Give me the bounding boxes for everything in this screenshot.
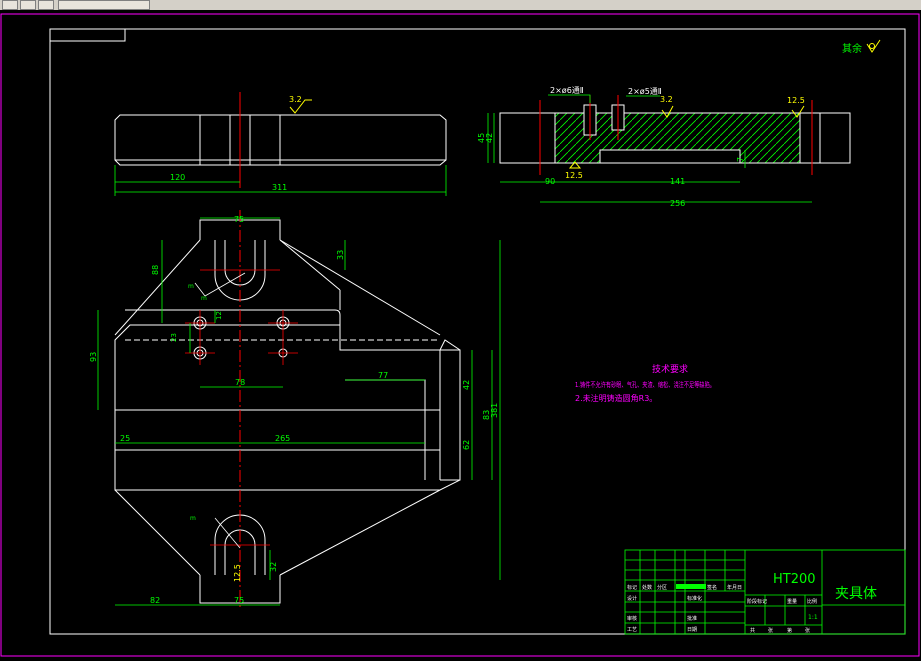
- title-block-label: 阶段标记: [747, 598, 767, 605]
- title-block-label: 分区: [657, 584, 667, 591]
- dimension-text: 93: [89, 352, 98, 362]
- dimension-text: 25: [120, 434, 130, 443]
- title-block-label: 年月日: [727, 584, 742, 591]
- dimension-text: 120: [170, 173, 185, 182]
- toolbar: [0, 0, 921, 10]
- dimension-text: 7: [736, 157, 745, 162]
- leader-label: m: [190, 515, 196, 522]
- dimension-text: 12: [215, 311, 223, 320]
- material-label: HT200: [773, 572, 816, 587]
- dimension-text: 256: [670, 199, 685, 208]
- dimension-text: 77: [378, 371, 388, 380]
- dimension-text: 32: [269, 562, 278, 572]
- tech-requirement-item: 1.铸件不允许有砂眼、气孔、夹渣、缩松、浇注不足等缺陷。: [575, 380, 715, 389]
- title-block-label: 标准化: [687, 595, 702, 602]
- title-block-highlight: [676, 584, 706, 589]
- top-view: 3.2 120 311: [114, 92, 447, 196]
- toolbar-button[interactable]: [58, 0, 150, 10]
- title-block-label: 签名: [707, 584, 717, 591]
- title-block-label: 审核: [627, 615, 637, 622]
- dimension-text: 311: [272, 183, 287, 192]
- leader-label: m: [201, 295, 207, 302]
- hole-callout: 2×ø6通Ⅱ: [550, 85, 584, 95]
- toolbar-button[interactable]: [20, 0, 36, 10]
- title-block-label: 共: [750, 627, 755, 634]
- dimension-text: 33: [336, 250, 345, 260]
- roughness-value: 12.5: [565, 171, 583, 180]
- title-block-label: 标记: [627, 584, 637, 591]
- dimension-text: 42: [462, 380, 471, 390]
- roughness-value: 3.2: [289, 95, 302, 104]
- title-block-label: 批准: [687, 615, 697, 622]
- toolbar-button[interactable]: [2, 0, 18, 10]
- part-name: 夹具体: [835, 586, 877, 602]
- title-block-label: 张: [768, 627, 773, 634]
- plan-view: m m m 75 88 33 12 23 93 78 77 25 265 42 …: [89, 210, 501, 610]
- toolbar-button[interactable]: [38, 0, 54, 10]
- title-block-label: 重量: [787, 598, 797, 605]
- tech-requirement-item: 2.未注明铸造圆角R3。: [575, 393, 657, 403]
- title-block-label: 比例: [807, 598, 817, 605]
- dimension-text: 90: [545, 177, 555, 186]
- dimension-text: 88: [151, 265, 160, 275]
- hole-callout: 2×ø5通Ⅱ: [628, 86, 662, 96]
- section-view: 2×ø6通Ⅱ 2×ø5通Ⅱ 3.2 12.5 12.5 45 42 7 90 1…: [477, 85, 851, 208]
- dimension-text: 265: [275, 434, 290, 443]
- roughness-value: 3.2: [660, 95, 673, 104]
- scale-value: 1:1: [808, 614, 818, 621]
- title-block-label: 设计: [627, 595, 637, 602]
- tech-requirements-title: 技术要求: [652, 363, 688, 375]
- roughness-symbol-icon: [866, 39, 881, 53]
- dimension-text: 42: [485, 133, 494, 143]
- dimension-text: 78: [235, 378, 245, 387]
- roughness-value: 12.5: [787, 96, 805, 105]
- drawing-number-box: [49, 28, 126, 42]
- dimension-text: 75: [234, 215, 244, 224]
- technical-requirements: 技术要求 1.铸件不允许有砂眼、气孔、夹渣、缩松、浇注不足等缺陷。 2.未注明铸…: [575, 363, 715, 403]
- dimension-text: 82: [150, 596, 160, 605]
- title-block-label: 处数: [642, 584, 652, 591]
- dimension-text: 23: [170, 333, 178, 342]
- sheet-border: [0, 13, 920, 657]
- cad-drawing[interactable]: 其余 3.2 120 311 2×ø6通Ⅱ 2×ø5通Ⅱ 3.2 12.5 12…: [0, 10, 921, 661]
- title-block-label: 日期: [687, 627, 697, 633]
- title-block-label: 第: [787, 627, 792, 634]
- roughness-value: 12.5: [233, 564, 242, 582]
- dimension-text: 381: [490, 403, 499, 418]
- roughness-note: 其余: [842, 42, 862, 55]
- title-block-label: 工艺: [627, 627, 637, 633]
- title-block-label: 张: [805, 627, 810, 634]
- dimension-text: 141: [670, 177, 685, 186]
- dimension-text: 62: [462, 440, 471, 450]
- leader-label: m: [188, 283, 194, 290]
- dimension-text: 75: [234, 596, 244, 605]
